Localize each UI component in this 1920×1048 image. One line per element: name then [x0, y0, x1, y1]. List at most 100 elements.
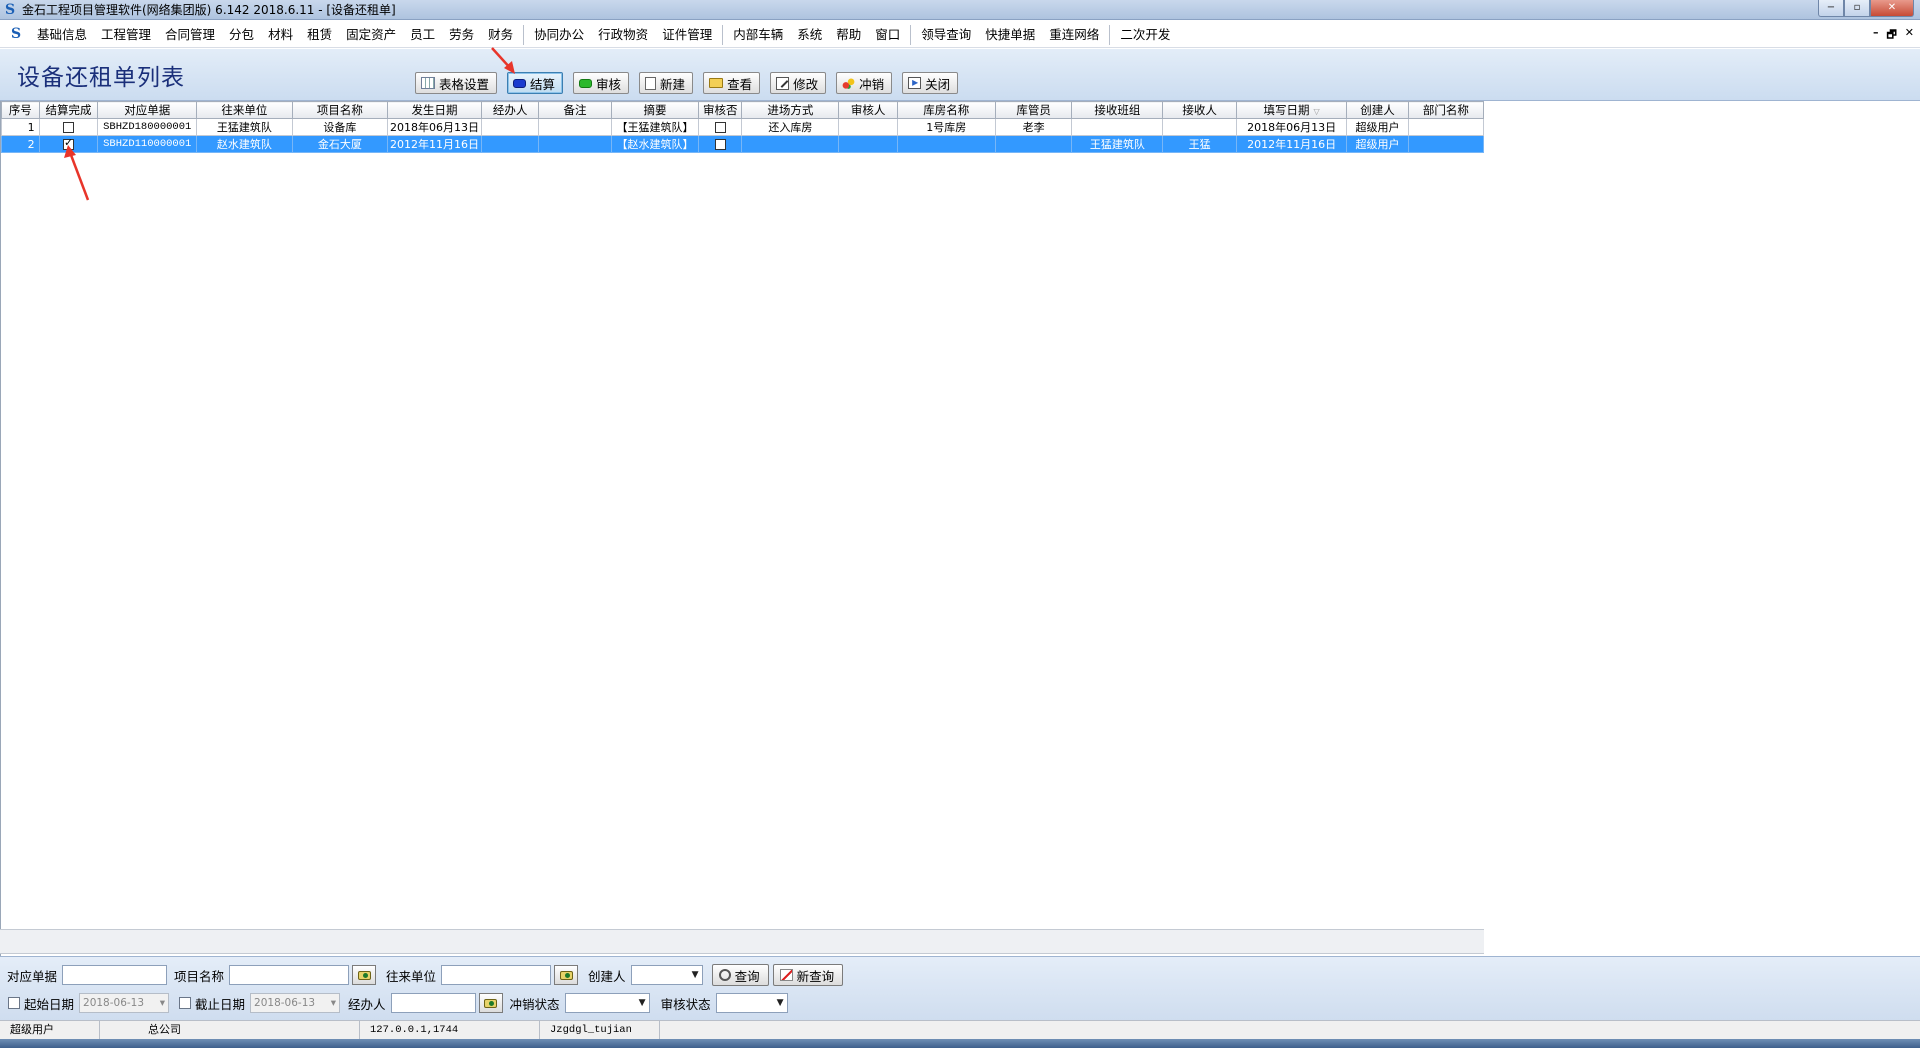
audited-checkbox[interactable] [714, 139, 726, 150]
new-button[interactable]: 新建 [639, 72, 694, 94]
grid-settings-button[interactable]: 表格设置 [415, 72, 498, 94]
menu-item[interactable]: 分包 [222, 21, 261, 48]
doc-input[interactable] [62, 965, 168, 985]
menu-item[interactable]: 固定资产 [339, 21, 403, 48]
reverse-button[interactable]: 冲销 [836, 72, 893, 94]
menu-item[interactable]: 租赁 [300, 21, 339, 48]
menu-item[interactable]: 员工 [403, 21, 442, 48]
status-user: 超级用户 [0, 1021, 100, 1039]
column-header-label: 库管员 [1016, 103, 1051, 117]
mdi-minimize-icon[interactable]: – [1873, 26, 1879, 45]
menu-item[interactable]: 合同管理 [158, 21, 222, 48]
menu-item[interactable]: 材料 [261, 21, 300, 48]
reverse-button-label: 冲销 [859, 76, 885, 92]
sort-indicator-icon: ▽ [1313, 107, 1320, 116]
column-header-label: 结算完成 [45, 103, 92, 117]
menu-item[interactable]: 内部车辆 [726, 21, 790, 48]
creator-select[interactable]: ▼ [630, 965, 703, 985]
menu-separator [1109, 24, 1111, 45]
column-header-label: 发生日期 [411, 103, 458, 117]
end-date-checkbox[interactable] [179, 997, 192, 1009]
mdi-close-icon[interactable]: ✕ [1905, 26, 1914, 45]
search-panel: 对应单据 项目名称 往来单位 创建人 ▼ 查询 新查询 起始日期 2018-06… [0, 956, 1920, 1020]
menu-item[interactable]: 基础信息 [30, 21, 94, 48]
column-header[interactable]: 摘要 [610, 101, 700, 119]
cell-unit: 赵水建筑队 [196, 135, 293, 153]
menu-app-icon[interactable]: S [8, 26, 24, 42]
audit-status-select[interactable]: ▼ [715, 993, 788, 1013]
menu-item[interactable]: 快捷单据 [978, 21, 1042, 48]
start-date-picker[interactable]: 2018-06-13 ▾ [79, 993, 170, 1013]
menu-item[interactable]: 帮助 [829, 21, 868, 48]
doc-label: 对应单据 [7, 968, 58, 984]
cell-creator: 超级用户 [1346, 118, 1409, 136]
audited-checkbox[interactable] [714, 122, 726, 133]
start-date-checkbox[interactable] [8, 997, 20, 1009]
column-header[interactable]: 库管员 [994, 101, 1073, 119]
mdi-controls: – 🗗 ✕ [1873, 26, 1914, 45]
lookup-icon [484, 998, 498, 1008]
minimize-button[interactable]: − [1818, 0, 1844, 17]
close-button[interactable]: 关闭 [902, 72, 959, 94]
new-query-button[interactable]: 新查询 [772, 964, 844, 986]
menu-item[interactable]: 协同办公 [527, 21, 591, 48]
unit-input[interactable] [441, 965, 552, 985]
menu-item[interactable]: 行政物资 [591, 21, 655, 48]
column-header[interactable]: 发生日期 [387, 101, 483, 119]
column-header[interactable]: 库房名称 [896, 101, 996, 119]
project-input[interactable] [229, 965, 350, 985]
column-header[interactable]: 序号 [1, 101, 40, 119]
handler-input[interactable] [390, 993, 476, 1013]
column-header[interactable]: 审核人 [838, 101, 898, 119]
start-date-label: 起始日期 [24, 996, 75, 1012]
cell-entry: 还入库房 [741, 118, 840, 136]
end-date-picker[interactable]: 2018-06-13 ▾ [250, 993, 341, 1013]
handler-lookup-button[interactable] [478, 993, 503, 1013]
view-button[interactable]: 查看 [703, 72, 761, 94]
menu-item[interactable]: 窗口 [868, 21, 907, 48]
column-header[interactable]: 部门名称 [1407, 101, 1485, 119]
mdi-restore-icon[interactable]: 🗗 [1886, 26, 1896, 45]
query-button[interactable]: 查询 [711, 964, 769, 986]
menu-item[interactable]: 二次开发 [1113, 21, 1177, 48]
menu-item[interactable]: 财务 [481, 21, 520, 48]
restore-button[interactable]: ▫ [1844, 0, 1870, 17]
column-header[interactable]: 经办人 [481, 101, 540, 119]
menu-item[interactable]: 系统 [790, 21, 829, 48]
column-header[interactable]: 备注 [538, 101, 612, 119]
grid-icon [421, 77, 435, 89]
menu-item[interactable]: 重连网络 [1042, 21, 1106, 48]
cell-keeper [994, 135, 1073, 153]
column-header[interactable]: 进场方式 [741, 101, 840, 119]
table-row[interactable]: 1 SBHZD180000001 王猛建筑队 设备库 2018年06月13日 【王猛建筑队… [1, 118, 1485, 136]
close-window-button[interactable]: ✕ [1870, 0, 1914, 17]
end-date-value: 2018-06-13 [254, 997, 316, 1009]
column-header[interactable]: 创建人 [1346, 101, 1409, 119]
column-header[interactable]: 对应单据 [97, 101, 198, 119]
reverse-status-select[interactable]: ▼ [564, 993, 650, 1013]
menu-separator [722, 24, 724, 45]
settled-checkbox[interactable] [62, 137, 74, 150]
edit-button[interactable]: 修改 [770, 72, 827, 94]
menu-item[interactable]: 领导查询 [914, 21, 978, 48]
settle-button[interactable]: 结算 [507, 72, 564, 94]
column-header[interactable]: 往来单位 [196, 101, 293, 119]
settled-checkbox[interactable] [62, 122, 74, 133]
unit-lookup-button[interactable] [554, 965, 579, 985]
project-lookup-button[interactable] [352, 965, 377, 985]
column-header[interactable]: 项目名称 [291, 101, 389, 119]
column-header-label: 经办人 [492, 103, 528, 117]
column-header[interactable]: 结算完成 [38, 101, 99, 119]
menu-item[interactable]: 劳务 [442, 21, 481, 48]
column-header[interactable]: 接收班组 [1071, 101, 1164, 119]
cell-entry [741, 135, 840, 153]
menu-separator [910, 24, 912, 45]
audit-button[interactable]: 审核 [573, 72, 630, 94]
column-header[interactable]: 填写日期 ▽ [1235, 101, 1348, 119]
audited-cell [698, 135, 743, 153]
menu-item[interactable]: 工程管理 [94, 21, 158, 48]
menu-item[interactable]: 证件管理 [655, 21, 719, 48]
column-header[interactable]: 接收人 [1162, 101, 1237, 119]
column-header[interactable]: 审核否 [698, 101, 743, 119]
table-row[interactable]: 2SBHZD110000001赵水建筑队金石大厦2012年11月16日【赵水建筑… [1, 135, 1485, 153]
